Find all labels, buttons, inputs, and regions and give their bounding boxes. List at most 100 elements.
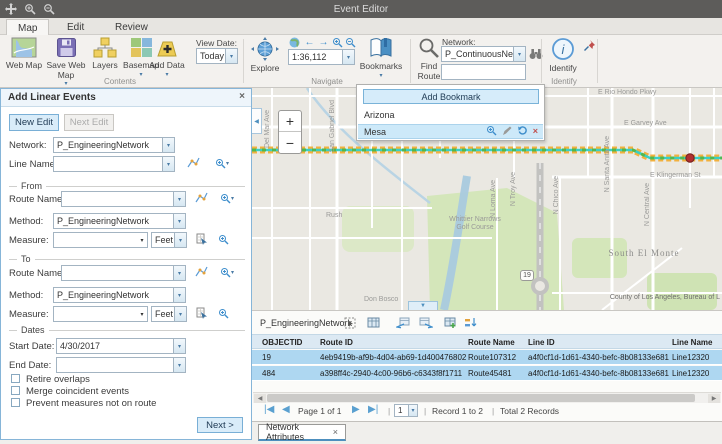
retire-overlaps-checkbox[interactable] [11,374,20,383]
merge-coincident-checkbox[interactable] [11,386,20,395]
next-button[interactable]: Next > [197,417,243,433]
table-row[interactable]: 19 4eb9419b-af9b-4d04-ab69-1d400476802b … [252,350,722,365]
related-records-left-icon[interactable] [395,315,411,330]
bookmark-item-mesa[interactable]: Mesa × [358,124,543,139]
bookmarks-button[interactable]: Bookmarks [358,37,404,79]
from-unit-select[interactable]: Feet [151,232,187,248]
to-route-name-select[interactable] [61,265,186,281]
tab-review[interactable]: Review [104,19,159,35]
web-map-button[interactable]: Web Map [4,37,44,71]
view-date-caret-icon[interactable] [225,49,237,63]
dropdown-caret-icon[interactable] [162,157,174,171]
view-date-select[interactable]: Today [196,48,238,64]
to-unit-select[interactable]: Feet [151,306,187,322]
dropdown-caret-icon[interactable] [174,233,186,247]
refresh-bookmark-icon[interactable] [517,125,528,138]
map-zoom-in-button[interactable]: + [279,111,301,132]
add-data-button[interactable]: Add Data [142,37,192,78]
add-records-icon[interactable] [442,315,458,330]
next-extent-icon[interactable]: → [317,36,330,48]
from-method-select[interactable]: P_EngineeringNetwork [53,213,186,229]
first-page-icon[interactable]: |◀ [264,404,274,415]
zoom-to-route-icon[interactable] [216,191,238,205]
to-method-select[interactable]: P_EngineeringNetwork [53,287,186,303]
measure-caret-icon[interactable]: ▾ [137,233,147,247]
pick-measure-on-map-icon[interactable] [194,306,209,320]
identify-button[interactable]: i Identify [546,37,580,74]
zoom-in-tool-icon[interactable] [331,36,344,48]
from-route-name-select[interactable] [61,191,186,207]
scale-select[interactable]: 1:36,112 [288,49,355,65]
prevent-measures-checkbox[interactable] [11,398,20,407]
dropdown-caret-icon[interactable] [173,214,185,228]
bookmark-item-arizona[interactable]: Arizona [358,107,543,122]
previous-extent-icon[interactable]: ← [303,36,316,48]
zoom-to-bookmark-icon[interactable] [486,125,497,138]
last-page-icon[interactable]: ▶| [368,404,378,415]
horizontal-scrollbar[interactable]: ◀ ▶ [253,392,721,403]
panel-network-select[interactable]: P_EngineeringNetwork [53,137,175,153]
col-header-line-id[interactable]: Line ID [528,335,669,350]
col-header-objectid[interactable]: OBJECTID [262,335,317,350]
attribute-table-icon[interactable] [365,315,381,330]
to-measure-input[interactable]: ▾ [53,306,148,322]
network-caret-icon[interactable] [513,47,525,61]
select-records-icon[interactable] [342,315,358,330]
table-row[interactable]: 484 a398ff4c-2940-4c00-96b6-c6343f8f1711… [252,366,722,381]
zoom-to-measure-icon[interactable] [216,232,231,246]
select-line-on-map-icon[interactable] [186,156,201,170]
col-header-route-id[interactable]: Route ID [320,335,466,350]
panel-collapse-arrow[interactable]: ◀ [252,108,262,134]
add-bookmark-button[interactable]: Add Bookmark [363,89,539,104]
dropdown-caret-icon[interactable] [173,288,185,302]
explore-button[interactable]: Explore [247,37,283,74]
bookmarks-caret-icon[interactable] [379,73,382,80]
add-data-caret-icon[interactable] [165,72,168,79]
related-records-right-icon[interactable] [418,315,434,330]
start-date-input[interactable]: 4/30/2017 [56,338,186,354]
col-header-route-name[interactable]: Route Name [468,335,525,350]
pick-measure-on-map-icon[interactable] [194,232,209,246]
route-input[interactable] [441,64,526,80]
select-route-on-map-icon[interactable] [194,191,209,205]
previous-page-icon[interactable]: ◀ [282,404,290,415]
col-header-line-name[interactable]: Line Name [672,335,722,350]
scale-caret-icon[interactable] [342,50,354,64]
scrollbar-thumb[interactable] [267,394,695,402]
zoom-to-measure-icon[interactable] [216,306,231,320]
edit-bookmark-icon[interactable] [502,126,512,138]
network-attributes-tab[interactable]: Network Attributes × [258,424,346,441]
map-zoom-out-button[interactable]: − [279,132,301,153]
dropdown-caret-icon[interactable] [174,307,186,321]
from-measure-input[interactable]: ▾ [53,232,148,248]
remove-bookmark-icon[interactable]: × [533,127,538,136]
tab-close-icon[interactable]: × [333,427,338,437]
measure-caret-icon[interactable]: ▾ [137,307,147,321]
select-route-on-map-icon[interactable] [194,265,209,279]
globe-icon[interactable] [288,36,301,48]
panel-close-icon[interactable] [239,92,245,102]
next-page-icon[interactable]: ▶ [352,404,360,415]
dropdown-caret-icon[interactable] [173,358,185,372]
scroll-right-arrow[interactable]: ▶ [708,394,720,403]
zoom-to-route-icon[interactable] [216,265,238,279]
dropdown-caret-icon[interactable] [173,339,185,353]
network-select[interactable]: P_ContinuousNetwork [441,46,526,62]
table-collapse-arrow[interactable]: ▼ [408,301,438,310]
scroll-left-arrow[interactable]: ◀ [254,394,266,403]
line-name-select[interactable] [53,156,175,172]
zoom-out-tool-icon[interactable] [344,36,357,48]
page-select[interactable]: 1 [394,404,418,417]
find-route-button[interactable]: Find Route [414,37,444,81]
zoom-to-line-icon[interactable] [211,156,233,170]
dropdown-caret-icon[interactable] [162,138,174,152]
save-web-map-caret-icon[interactable] [64,81,67,88]
page-select-caret-icon[interactable] [408,405,417,416]
tab-map[interactable]: Map [6,19,49,36]
new-edit-button[interactable]: New Edit [9,114,59,131]
dropdown-caret-icon[interactable] [173,192,185,206]
tab-edit[interactable]: Edit [56,19,95,35]
end-date-input[interactable] [56,357,186,373]
layers-button[interactable]: Layers [89,37,121,71]
save-web-map-button[interactable]: Save Web Map [45,37,87,88]
